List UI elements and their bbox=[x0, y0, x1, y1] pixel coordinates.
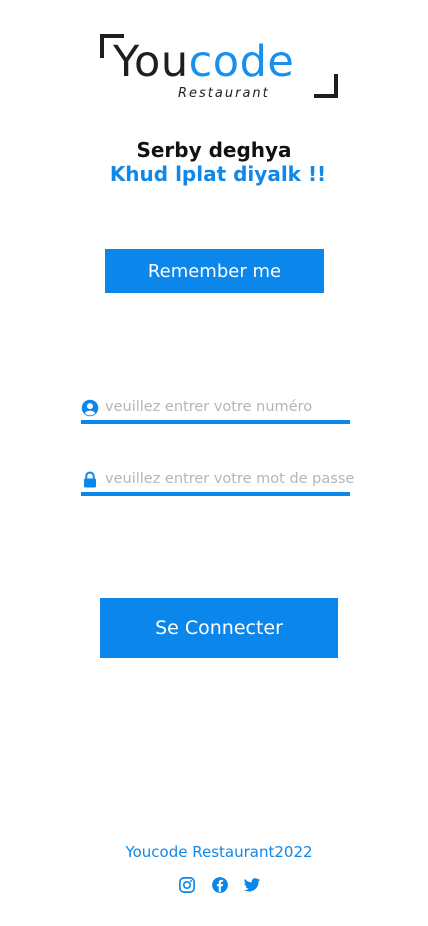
password-field bbox=[81, 468, 365, 496]
logo-word-you: You bbox=[113, 37, 189, 87]
footer-text: Youcode Restaurant2022 bbox=[125, 843, 313, 861]
twitter-icon[interactable] bbox=[243, 876, 261, 894]
logo-subtitle: Restaurant bbox=[178, 86, 270, 101]
logo-corner-bottom-right bbox=[314, 74, 338, 98]
connect-button[interactable]: Se Connecter bbox=[100, 598, 338, 658]
logo-word-code: code bbox=[188, 37, 295, 87]
lock-icon bbox=[84, 471, 96, 488]
password-input[interactable] bbox=[103, 468, 365, 490]
facebook-icon[interactable] bbox=[211, 876, 229, 894]
remember-me-button[interactable]: Remember me bbox=[105, 249, 324, 293]
logo-wordmark: Youcode bbox=[113, 32, 294, 92]
user-icon bbox=[81, 399, 99, 417]
number-field bbox=[81, 396, 365, 424]
heading-line-2: Khud lplat diyalk !! bbox=[109, 162, 327, 186]
number-input[interactable] bbox=[103, 396, 365, 418]
heading-line-1: Serby deghya bbox=[136, 138, 292, 162]
logo: Youcode Restaurant bbox=[98, 32, 340, 104]
instagram-icon[interactable] bbox=[178, 876, 196, 894]
